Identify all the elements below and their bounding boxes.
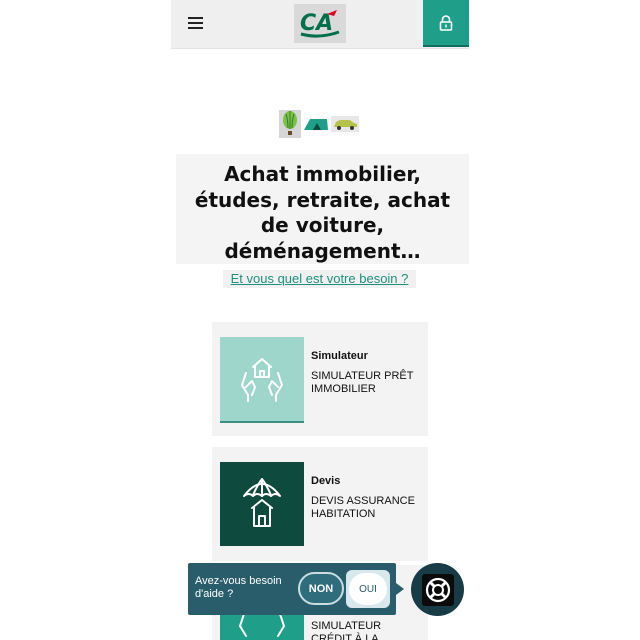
mobile-page: CA Achat immobilier, études, retraite, a… [171, 0, 469, 640]
help-launcher-button[interactable] [411, 563, 464, 616]
car-icon [331, 116, 359, 132]
house-in-hands-icon [241, 358, 283, 402]
help-yes-label: OUI [349, 573, 387, 605]
page-title: Achat immobilier, études, retraite, acha… [194, 162, 451, 263]
card-devis-assurance-habitation[interactable]: Devis DEVIS ASSURANCE HABITATION [212, 447, 428, 561]
card-kicker: Devis [311, 475, 341, 487]
svg-text:CA: CA [300, 11, 333, 36]
credit-agricole-logo[interactable]: CA [294, 4, 346, 43]
card-kicker: Simulateur [311, 350, 368, 362]
card-title: SIMULATEUR CRÉDIT À LA [311, 620, 382, 640]
card-title: SIMULATEUR PRÊT IMMOBILIER [311, 370, 414, 395]
help-no-button[interactable]: NON [298, 572, 344, 605]
card-simulateur-pret-immobilier[interactable]: Simulateur SIMULATEUR PRÊT IMMOBILIER [212, 322, 428, 436]
login-button[interactable] [423, 0, 469, 47]
hot-air-balloon-icon [279, 110, 301, 138]
ca-logo-mark: CA [300, 9, 340, 38]
umbrella-house-icon [243, 478, 281, 527]
headline-box: Achat immobilier, études, retraite, acha… [176, 154, 469, 264]
tent-icon [304, 119, 328, 130]
needs-link[interactable]: Et vous quel est votre besoin ? [223, 270, 416, 288]
help-yes-button[interactable]: OUI [346, 570, 390, 608]
lifebuoy-icon [421, 573, 454, 606]
card-icon-tile [220, 337, 304, 423]
card-title: DEVIS ASSURANCE HABITATION [311, 495, 415, 520]
card-icon-tile [220, 462, 304, 546]
hamburger-menu-icon[interactable] [181, 10, 209, 36]
help-question: Avez-vous besoin d'aide ? [195, 575, 282, 600]
top-bar: CA [171, 0, 469, 49]
help-prompt: Avez-vous besoin d'aide ? NON OUI [188, 563, 404, 615]
hero-illustration [279, 110, 361, 138]
lock-icon [439, 14, 453, 31]
